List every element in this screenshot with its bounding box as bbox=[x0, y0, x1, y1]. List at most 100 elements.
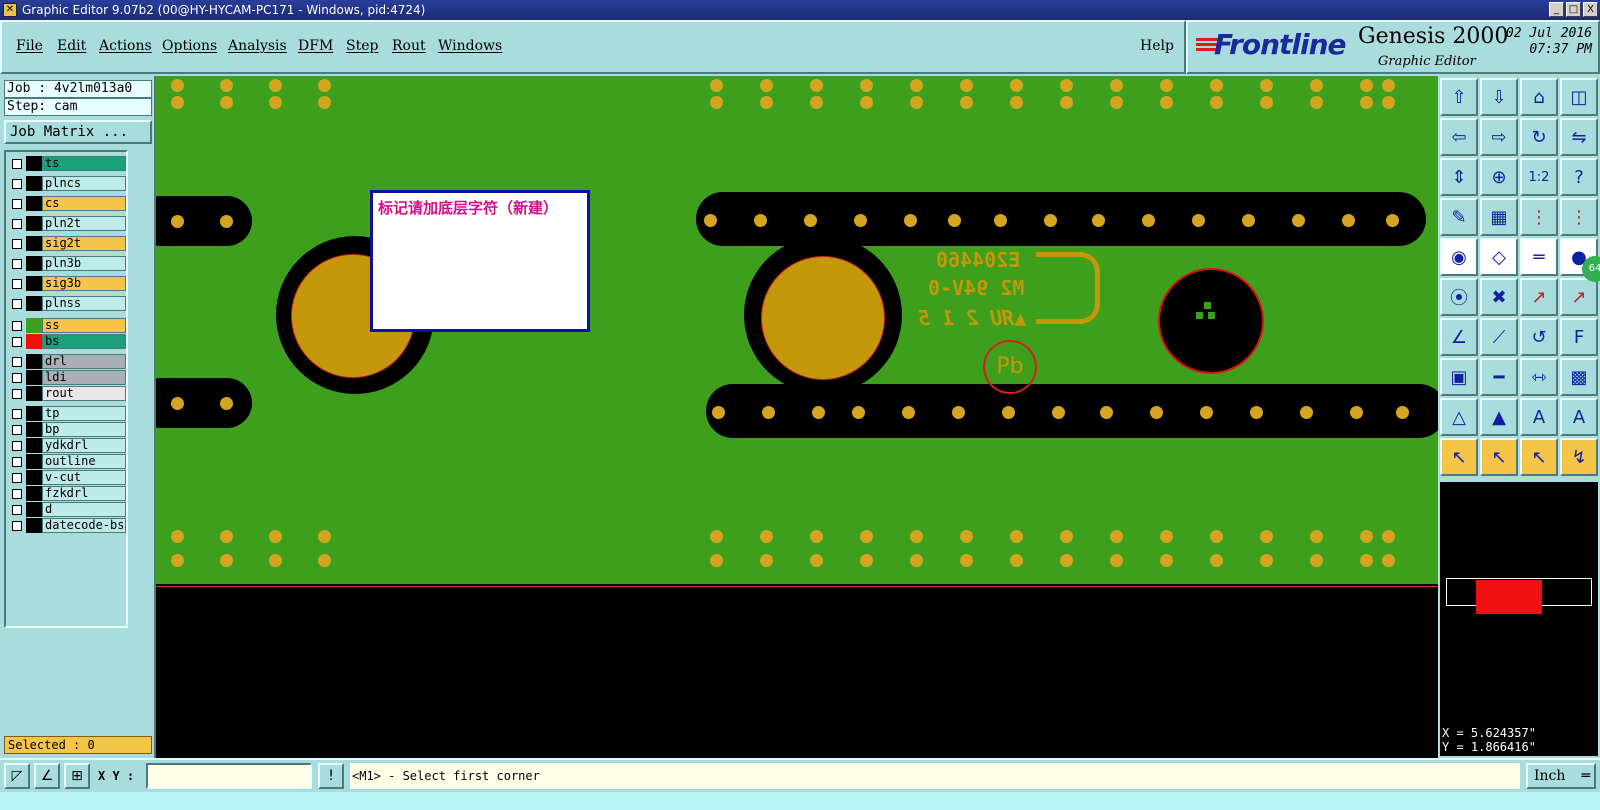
layer-row[interactable]: datecode-bs bbox=[8, 518, 126, 533]
triangle-a-icon[interactable]: A bbox=[1520, 398, 1558, 436]
layer-checkbox[interactable] bbox=[12, 424, 22, 435]
layer-color-swatch[interactable] bbox=[26, 422, 42, 437]
menu-actions[interactable]: Actions bbox=[99, 38, 152, 54]
layer-checkbox[interactable] bbox=[12, 258, 22, 269]
menu-step[interactable]: Step bbox=[346, 38, 378, 54]
grid-mode-icon[interactable]: ⊞ bbox=[64, 763, 90, 789]
grid-icon[interactable]: ▦ bbox=[1480, 198, 1518, 236]
angle-mode-icon[interactable]: ∠ bbox=[34, 763, 60, 789]
move-top-icon[interactable]: ⇧ bbox=[1440, 78, 1478, 116]
layer-color-swatch[interactable] bbox=[26, 196, 42, 211]
unit-selector[interactable]: Inch ═ bbox=[1526, 763, 1596, 789]
layer-row[interactable]: cs bbox=[8, 196, 126, 211]
line-point-icon[interactable]: ↗ bbox=[1520, 278, 1558, 316]
layer-name[interactable]: sig2t bbox=[42, 236, 126, 251]
move-right-icon[interactable]: ⇨ bbox=[1480, 118, 1518, 156]
layer-checkbox[interactable] bbox=[12, 356, 22, 367]
layer-checkbox[interactable] bbox=[12, 456, 22, 467]
alert-icon[interactable]: ! bbox=[318, 763, 344, 789]
ratio-icon[interactable]: 1:2 bbox=[1520, 158, 1558, 196]
layer-color-swatch[interactable] bbox=[26, 370, 42, 385]
snap-mode-icon[interactable]: ◸ bbox=[4, 763, 30, 789]
slope-icon[interactable]: ⟋ bbox=[1480, 318, 1518, 356]
layer-color-swatch[interactable] bbox=[26, 518, 42, 533]
triangle-icon[interactable]: △ bbox=[1440, 398, 1478, 436]
layer-row[interactable]: ydkdrl bbox=[8, 438, 126, 453]
preview-viewport[interactable] bbox=[1476, 580, 1542, 614]
pad-add-icon[interactable]: ▣ bbox=[1440, 358, 1478, 396]
pcb-board[interactable]: E204460 M2 94V-0 ▲ЯU 2 1 5 Pb 标记请加底层字符（新… bbox=[156, 76, 1438, 584]
layer-name[interactable]: v-cut bbox=[42, 470, 126, 485]
connect-icon[interactable]: ⦿ bbox=[1440, 278, 1478, 316]
layer-checkbox[interactable] bbox=[12, 520, 22, 531]
layer-row[interactable]: d bbox=[8, 502, 126, 517]
menu-dfm[interactable]: DFM bbox=[298, 38, 333, 54]
layer-row[interactable]: plnss bbox=[8, 296, 126, 311]
layer-checkbox[interactable] bbox=[12, 440, 22, 451]
home-icon[interactable]: ⌂ bbox=[1520, 78, 1558, 116]
menu-options[interactable]: Options bbox=[162, 38, 217, 54]
layer-name[interactable]: bp bbox=[42, 422, 126, 437]
layer-checkbox[interactable] bbox=[12, 336, 22, 347]
font-icon[interactable]: F bbox=[1560, 318, 1598, 356]
rotate-icon[interactable]: ↻ bbox=[1520, 118, 1558, 156]
layer-name[interactable]: sig3b bbox=[42, 276, 126, 291]
cross-icon[interactable]: ✖ bbox=[1480, 278, 1518, 316]
layer-color-swatch[interactable] bbox=[26, 438, 42, 453]
layer-color-swatch[interactable] bbox=[26, 334, 42, 349]
layer-checkbox[interactable] bbox=[12, 320, 22, 331]
fit-all-icon[interactable]: ⊕ bbox=[1480, 158, 1518, 196]
layer-row[interactable]: pln3b bbox=[8, 256, 126, 271]
ruler-icon[interactable]: ═ bbox=[1520, 238, 1558, 276]
layer-color-swatch[interactable] bbox=[26, 386, 42, 401]
layer-color-swatch[interactable] bbox=[26, 276, 42, 291]
layer-row[interactable]: ss bbox=[8, 318, 126, 333]
layer-name[interactable]: pln2t bbox=[42, 216, 126, 231]
layer-net-icon[interactable]: ⋮ bbox=[1520, 198, 1558, 236]
layer-color-swatch[interactable] bbox=[26, 318, 42, 333]
layer-name[interactable]: bs bbox=[42, 334, 126, 349]
layer-name[interactable]: cs bbox=[42, 196, 126, 211]
layer-color-swatch[interactable] bbox=[26, 256, 42, 271]
minimize-button[interactable]: _ bbox=[1549, 2, 1564, 17]
layer-checkbox[interactable] bbox=[12, 298, 22, 309]
layer-color-swatch[interactable] bbox=[26, 176, 42, 191]
layer-row[interactable]: bp bbox=[8, 422, 126, 437]
arc-icon[interactable]: ↺ bbox=[1520, 318, 1558, 356]
layer-color-swatch[interactable] bbox=[26, 216, 42, 231]
layer-row[interactable]: sig2t bbox=[8, 236, 126, 251]
move-left-icon[interactable]: ⇦ bbox=[1440, 118, 1478, 156]
layer-name[interactable]: ldi bbox=[42, 370, 126, 385]
layer-color-swatch[interactable] bbox=[26, 296, 42, 311]
menu-file[interactable]: File bbox=[16, 38, 43, 54]
layer-row[interactable]: plncs bbox=[8, 176, 126, 191]
layer-color-swatch[interactable] bbox=[26, 156, 42, 171]
snap-icon[interactable]: ◉ bbox=[1440, 238, 1478, 276]
annotation-note[interactable]: 标记请加底层字符（新建） bbox=[370, 190, 590, 332]
move-bottom-icon[interactable]: ⇩ bbox=[1480, 78, 1518, 116]
pointer-route-icon[interactable]: ↯ bbox=[1560, 438, 1598, 476]
eraser-icon[interactable]: ◇ bbox=[1480, 238, 1518, 276]
measure-icon[interactable]: ✎ bbox=[1440, 198, 1478, 236]
layer-color-swatch[interactable] bbox=[26, 470, 42, 485]
layer-checkbox[interactable] bbox=[12, 198, 22, 209]
pointer-icon[interactable]: ↖ bbox=[1440, 438, 1478, 476]
layer-name[interactable]: plnss bbox=[42, 296, 126, 311]
layer-checkbox[interactable] bbox=[12, 488, 22, 499]
layer-net2-icon[interactable]: ⋮ bbox=[1560, 198, 1598, 236]
layer-checkbox[interactable] bbox=[12, 388, 22, 399]
layer-checkbox[interactable] bbox=[12, 372, 22, 383]
layer-name[interactable]: pln3b bbox=[42, 256, 126, 271]
layer-row[interactable]: v-cut bbox=[8, 470, 126, 485]
layer-row[interactable]: sig3b bbox=[8, 276, 126, 291]
layer-checkbox[interactable] bbox=[12, 158, 22, 169]
layer-name[interactable]: outline bbox=[42, 454, 126, 469]
layer-name[interactable]: tp bbox=[42, 406, 126, 421]
surface-icon[interactable]: ▩ bbox=[1560, 358, 1598, 396]
xy-input[interactable] bbox=[146, 763, 312, 789]
layer-name[interactable]: plncs bbox=[42, 176, 126, 191]
menu-windows[interactable]: Windows bbox=[438, 38, 502, 54]
layer-color-swatch[interactable] bbox=[26, 406, 42, 421]
layer-row[interactable]: outline bbox=[8, 454, 126, 469]
help-icon[interactable]: ? bbox=[1560, 158, 1598, 196]
